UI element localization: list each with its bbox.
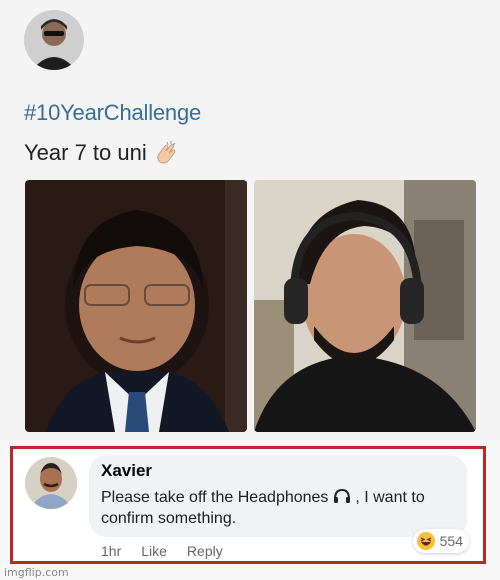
haha-emoji-icon: [416, 531, 436, 551]
reply-button[interactable]: Reply: [187, 543, 223, 559]
post-caption: Year 7 to uni: [24, 140, 179, 166]
hashtag-text[interactable]: #10YearChallenge: [24, 100, 201, 126]
page: #10YearChallenge Year 7 to uni Xavier Pl…: [0, 0, 500, 580]
watermark: imgflip.com: [4, 566, 69, 579]
reaction-summary[interactable]: 554: [412, 529, 469, 553]
like-button[interactable]: Like: [141, 543, 167, 559]
commenter-avatar[interactable]: [25, 457, 77, 509]
clapping-hands-icon: [153, 140, 179, 166]
after-photo[interactable]: [254, 180, 476, 432]
before-photo[interactable]: [25, 180, 247, 432]
highlighted-comment: Xavier Please take off the Headphones , …: [10, 446, 486, 564]
headphones-icon: [333, 488, 351, 504]
comment-text-part-1: Please take off the Headphones: [101, 489, 329, 506]
caption-text: Year 7 to uni: [24, 140, 147, 165]
comment-actions: 1hr Like Reply: [101, 543, 223, 559]
poster-avatar[interactable]: [24, 10, 84, 70]
comment-time: 1hr: [101, 543, 122, 559]
comment-text: Please take off the Headphones , I want …: [101, 487, 457, 529]
comment-author[interactable]: Xavier: [101, 461, 152, 481]
tweet-card: #10YearChallenge Year 7 to uni: [0, 0, 500, 440]
comment-bubble: Xavier Please take off the Headphones , …: [89, 455, 469, 553]
reaction-count: 554: [439, 533, 463, 549]
